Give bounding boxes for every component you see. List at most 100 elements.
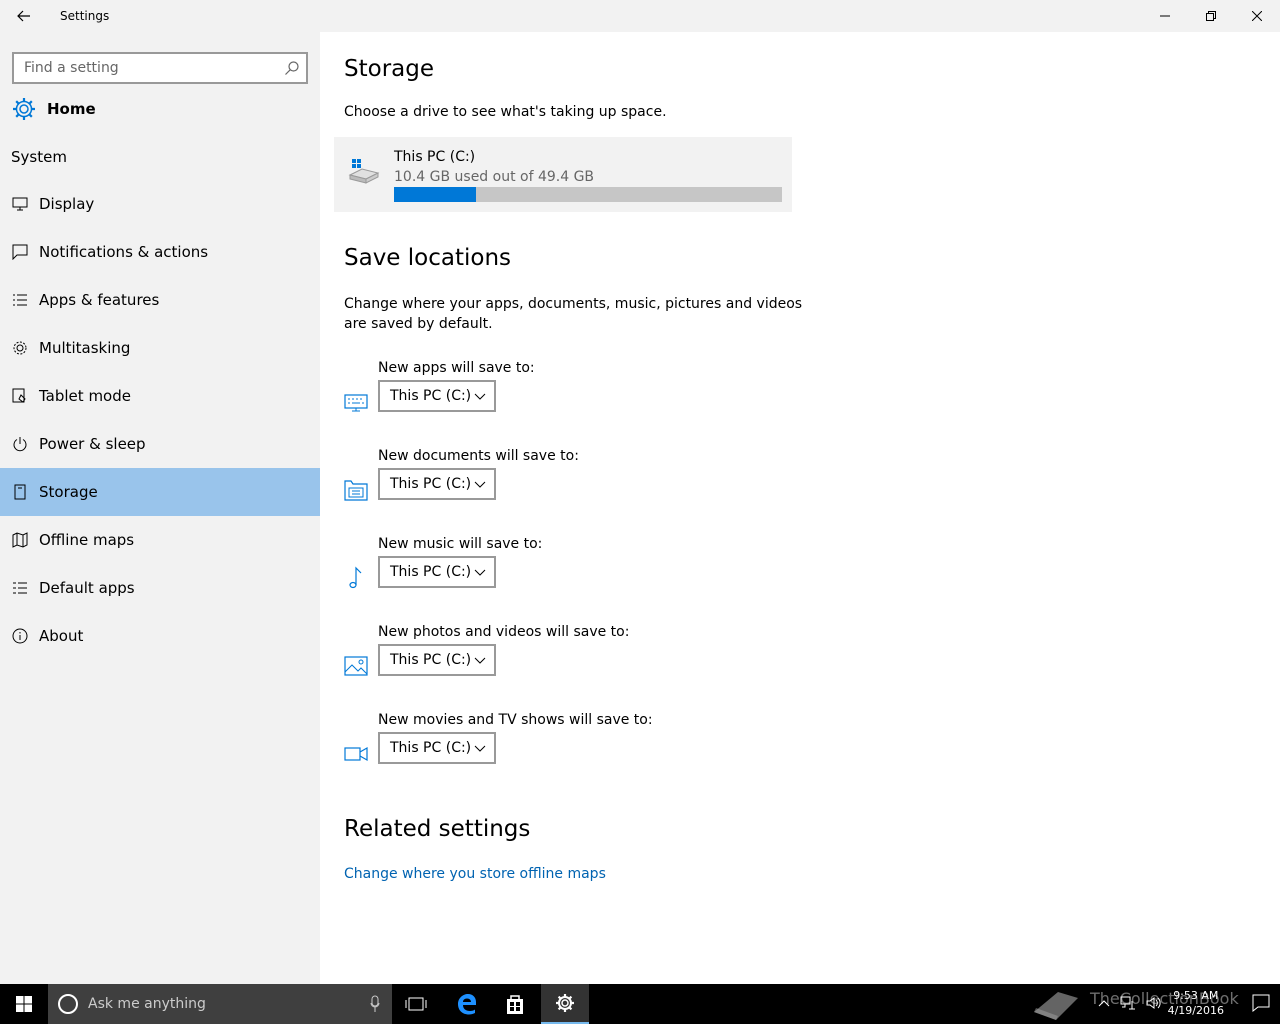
microphone-icon[interactable] <box>370 995 380 1013</box>
save-location-apps: New apps will save to: This PC (C:) <box>344 360 764 430</box>
sidebar-item-display[interactable]: Display <box>0 180 320 228</box>
dropdown-value: This PC (C:) <box>390 652 472 668</box>
dropdown-value: This PC (C:) <box>390 740 472 756</box>
sidebar-item-label: Offline maps <box>39 531 135 549</box>
related-settings-title: Related settings <box>344 816 531 842</box>
minimize-button[interactable] <box>1142 0 1188 32</box>
action-center-icon <box>1252 994 1270 1013</box>
sidebar-item-offline-maps[interactable]: Offline maps <box>0 516 320 564</box>
start-button[interactable] <box>0 984 48 1024</box>
save-locations-description: Change where your apps, documents, music… <box>344 296 803 332</box>
list-icon <box>11 291 29 309</box>
settings-search-input[interactable] <box>14 60 274 76</box>
chevron-down-icon <box>474 745 486 752</box>
windows-logo-icon <box>16 996 32 1012</box>
window-title: Settings <box>60 9 110 23</box>
notification-icon <box>11 243 29 261</box>
save-location-dropdown-photos[interactable]: This PC (C:) <box>378 644 496 676</box>
taskbar: Ask me anything TheCollectionBook 9:53 A… <box>0 984 1280 1024</box>
back-button[interactable] <box>0 0 48 32</box>
close-icon <box>1252 11 1262 21</box>
store-button[interactable] <box>491 984 539 1024</box>
sidebar-item-label: Tablet mode <box>39 387 131 405</box>
task-view-button[interactable] <box>392 984 440 1024</box>
sidebar-item-tablet-mode[interactable]: Tablet mode <box>0 372 320 420</box>
drive-usage-bar <box>394 187 782 202</box>
save-location-dropdown-music[interactable]: This PC (C:) <box>378 556 496 588</box>
save-location-dropdown-apps[interactable]: This PC (C:) <box>378 380 496 412</box>
default-apps-icon <box>11 579 29 597</box>
save-locations-title: Save locations <box>344 245 512 271</box>
save-location-dropdown-documents[interactable]: This PC (C:) <box>378 468 496 500</box>
network-icon[interactable] <box>1120 996 1136 1010</box>
apps-icon <box>344 394 368 412</box>
chevron-down-icon <box>474 657 486 664</box>
tablet-icon <box>11 387 29 405</box>
chevron-down-icon <box>474 569 486 576</box>
chevron-down-icon <box>474 481 486 488</box>
minimize-icon <box>1160 15 1170 17</box>
drive-usage-bar-fill <box>394 187 476 202</box>
sidebar-item-about[interactable]: About <box>0 612 320 660</box>
drive-tile-c[interactable]: This PC (C:) 10.4 GB used out of 49.4 GB <box>334 137 792 212</box>
volume-icon[interactable] <box>1146 996 1162 1010</box>
cortana-placeholder: Ask me anything <box>88 996 206 1012</box>
save-location-dropdown-movies[interactable]: This PC (C:) <box>378 732 496 764</box>
sidebar-item-default-apps[interactable]: Default apps <box>0 564 320 612</box>
close-button[interactable] <box>1234 0 1280 32</box>
sidebar-item-label: Display <box>39 195 95 213</box>
task-view-icon <box>405 997 427 1011</box>
store-icon <box>507 995 523 1014</box>
drive-name: This PC (C:) <box>394 149 476 165</box>
storage-icon <box>11 483 29 501</box>
gear-icon <box>556 994 574 1012</box>
sidebar-item-label: Power & sleep <box>39 435 146 453</box>
sidebar-item-label: Apps & features <box>39 291 160 309</box>
clock-time: 9:53 AM <box>1173 989 1219 1002</box>
sidebar-item-label: Default apps <box>39 579 135 597</box>
info-icon <box>11 627 29 645</box>
sidebar-item-label: Storage <box>39 483 98 501</box>
sidebar-item-power-sleep[interactable]: Power & sleep <box>0 420 320 468</box>
sidebar-item-notifications[interactable]: Notifications & actions <box>0 228 320 276</box>
restore-icon <box>1206 11 1216 21</box>
monitor-icon <box>11 195 29 213</box>
save-location-documents: New documents will save to: This PC (C:) <box>344 448 764 518</box>
settings-taskbar-button[interactable] <box>541 984 589 1024</box>
section-label-system: System <box>11 148 67 166</box>
sidebar-item-label: Notifications & actions <box>39 243 209 261</box>
search-icon[interactable] <box>284 60 300 76</box>
dropdown-value: This PC (C:) <box>390 476 472 492</box>
restore-button[interactable] <box>1188 0 1234 32</box>
sidebar-item-storage[interactable]: Storage <box>0 468 320 516</box>
sidebar-item-multitasking[interactable]: Multitasking <box>0 324 320 372</box>
page-title: Storage <box>344 56 434 82</box>
chevron-up-icon[interactable] <box>1098 996 1110 1010</box>
taskbar-clock[interactable]: 9:53 AM 4/19/2016 <box>1168 988 1224 1018</box>
tray-icons <box>1098 996 1162 1010</box>
title-bar: Settings <box>0 0 1280 32</box>
cortana-search-box[interactable]: Ask me anything <box>48 984 392 1024</box>
edge-button[interactable] <box>443 984 491 1024</box>
main-content: Storage Choose a drive to see what's tak… <box>320 32 1280 984</box>
sidebar-item-apps-features[interactable]: Apps & features <box>0 276 320 324</box>
dropdown-value: This PC (C:) <box>390 564 472 580</box>
save-location-photos: New photos and videos will save to: This… <box>344 624 764 694</box>
save-location-label: New music will save to: <box>378 536 543 552</box>
back-arrow-icon <box>17 10 30 22</box>
settings-search-box[interactable] <box>12 52 308 84</box>
chevron-down-icon <box>474 393 486 400</box>
documents-icon <box>344 480 368 501</box>
save-location-label: New apps will save to: <box>378 360 535 376</box>
home-link[interactable]: Home <box>0 92 320 126</box>
offline-maps-storage-link[interactable]: Change where you store offline maps <box>344 866 606 882</box>
video-icon <box>344 746 368 762</box>
storage-description: Choose a drive to see what's taking up s… <box>344 104 667 120</box>
hard-drive-icon <box>348 159 380 184</box>
sidebar-item-label: Multitasking <box>39 339 131 357</box>
edge-icon <box>458 994 476 1015</box>
action-center-button[interactable] <box>1252 994 1270 1016</box>
sidebar-item-label: About <box>39 627 84 645</box>
gear-icon <box>13 98 35 120</box>
map-icon <box>11 531 29 549</box>
